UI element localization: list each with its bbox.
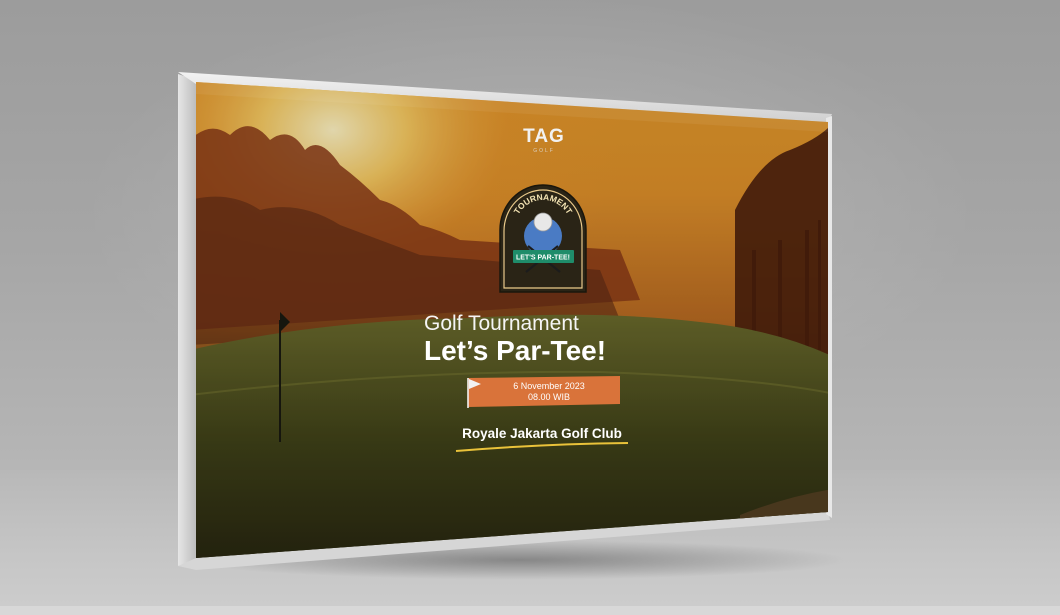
tournament-badge: TOURNAMENT LET'S PAR-TEE! bbox=[499, 184, 587, 293]
board-artwork: TAG GOLF TOURNAMENT LET'S PAR-TEE! Golf … bbox=[196, 82, 828, 558]
headline-line2: Let’s Par-Tee! bbox=[424, 335, 606, 366]
event-date: 6 November 2023 bbox=[513, 381, 585, 391]
event-date-banner: 6 November 2023 08.00 WIB bbox=[467, 376, 620, 408]
golf-ball-icon bbox=[533, 212, 553, 232]
headline-line1: Golf Tournament bbox=[424, 312, 579, 335]
event-time: 08.00 WIB bbox=[528, 392, 570, 402]
frame-left-edge bbox=[178, 74, 196, 566]
brand-logo-sub: GOLF bbox=[533, 148, 555, 154]
venue-name: Royale Jakarta Golf Club bbox=[462, 426, 622, 441]
mockup-scene: TAG GOLF TOURNAMENT LET'S PAR-TEE! Golf … bbox=[0, 0, 1060, 615]
brand-logo: TAG bbox=[523, 126, 565, 147]
bottom-strip bbox=[0, 606, 1060, 615]
lightbox-board: TAG GOLF TOURNAMENT LET'S PAR-TEE! Golf … bbox=[178, 72, 832, 570]
badge-ribbon-text: LET'S PAR-TEE! bbox=[516, 255, 570, 262]
